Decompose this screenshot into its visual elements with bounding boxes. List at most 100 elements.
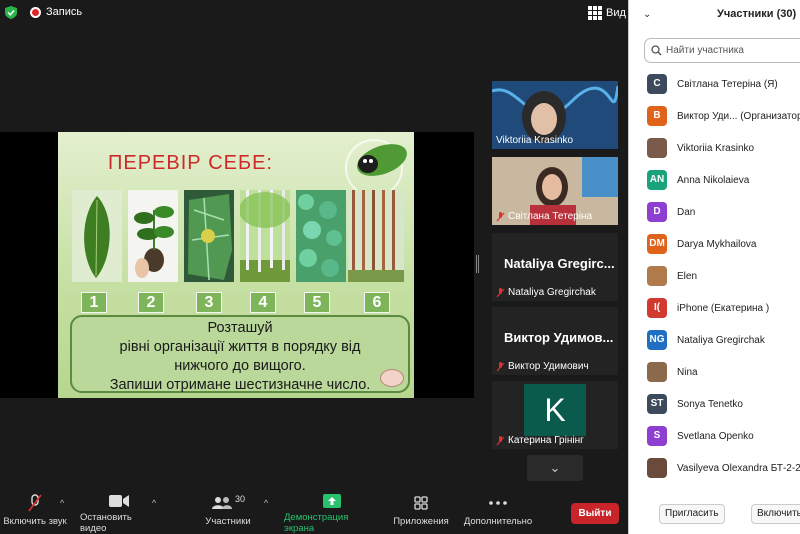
participants-icon: 30 <box>211 490 245 516</box>
recording-indicator[interactable]: Запись <box>30 6 82 18</box>
video-camera-icon <box>109 490 129 512</box>
thumbnail-label: Виктор Удимович <box>496 361 589 372</box>
video-options-chevron-icon[interactable]: ^ <box>152 498 156 508</box>
participant-name: Viktoriia Krasinko <box>677 142 755 154</box>
collapse-chevron-icon[interactable]: ⌄ <box>643 9 651 20</box>
participant-search-input[interactable] <box>666 45 796 56</box>
chevron-down-icon: ⌄ <box>549 460 561 475</box>
participant-name: Світлана Тетеріна (Я) <box>677 78 778 90</box>
participant-avatar <box>647 266 667 286</box>
participant-name: Nina <box>677 366 698 378</box>
participant-name: Darya Mykhailova <box>677 238 757 250</box>
number-box-4: 4 <box>250 292 276 313</box>
view-label: Вид <box>606 7 626 19</box>
thumbnail-name: Виктор Удимович <box>508 361 589 372</box>
participant-avatar: NG <box>647 330 667 350</box>
apps-label: Приложения <box>393 516 449 527</box>
participant-name: Nataliya Gregirchak <box>677 334 765 346</box>
thumbnail-name: Viktoriia Krasinko <box>496 135 574 146</box>
share-screen-label: Демонстрация экрана <box>284 512 349 534</box>
participant-row[interactable]: S Svetlana Openko <box>629 420 800 452</box>
participant-row[interactable]: ST Sonya Tenetko <box>629 388 800 420</box>
participant-name: Svetlana Openko <box>677 430 754 442</box>
mic-muted-icon <box>496 211 505 221</box>
shared-screen: ПЕРЕВІР СЕБЕ: 1 2 3 4 5 6 Розташуй рівні… <box>0 132 474 398</box>
thumbnail-name: Катерина Грінінг <box>508 435 584 446</box>
panel-footer: Пригласить Включить <box>629 500 800 528</box>
meeting-toolbar: Включить звук ^ Остановить видео ^ 30 Уч… <box>0 490 628 534</box>
invite-button[interactable]: Пригласить <box>659 504 725 524</box>
participant-name: Виктор Уди... (Организатор <box>677 110 800 122</box>
participant-name: Vasilyeva Olexandra БТ-2-2 <box>677 462 800 474</box>
participant-avatar: ST <box>647 394 667 414</box>
stop-video-button[interactable]: Остановить видео <box>80 490 158 534</box>
leaf-image <box>72 190 122 282</box>
participant-avatar <box>647 362 667 382</box>
participant-row[interactable]: DM Darya Mykhailova <box>629 228 800 260</box>
task-line-2: рівні організації життя в порядку від <box>119 339 361 355</box>
panel-resize-handle[interactable] <box>476 255 479 273</box>
unmute-button[interactable]: Включить звук <box>2 490 68 534</box>
stop-video-label: Остановить видео <box>80 512 132 534</box>
mic-muted-icon <box>28 490 42 516</box>
grid-view-icon <box>588 6 602 20</box>
participant-name: iPhone (Екатерина ) <box>677 302 770 314</box>
task-text-box: Розташуй рівні організації життя в поряд… <box>70 315 410 393</box>
apps-button[interactable]: Приложения <box>392 490 450 534</box>
number-box-1: 1 <box>81 292 107 313</box>
video-thumbnail[interactable]: Виктор Удимов... Виктор Удимович <box>492 307 618 375</box>
number-box-5: 5 <box>304 292 330 313</box>
video-thumbnail[interactable]: K Катерина Грінінг <box>492 381 618 449</box>
participant-row[interactable]: Elen <box>629 260 800 292</box>
thumbnail-name: Nataliya Gregirchak <box>508 287 596 298</box>
participants-count: 30 <box>234 494 245 504</box>
video-thumbnail[interactable]: Viktoriia Krasinko <box>492 81 618 149</box>
participants-label: Участники <box>205 516 251 527</box>
leave-button[interactable]: Выйти <box>571 503 619 524</box>
participant-row[interactable]: С Світлана Тетеріна (Я) <box>629 68 800 100</box>
security-shield-icon[interactable] <box>5 6 17 19</box>
participants-button[interactable]: 30 Участники <box>204 490 252 534</box>
participant-row[interactable]: AN Anna Nikolaieva <box>629 164 800 196</box>
apps-icon <box>414 490 428 516</box>
participants-options-chevron-icon[interactable]: ^ <box>264 498 268 508</box>
participant-name: Anna Nikolaieva <box>677 174 750 186</box>
participant-row[interactable]: Nina <box>629 356 800 388</box>
participant-row[interactable]: I( iPhone (Екатерина ) <box>629 292 800 324</box>
participant-avatar: С <box>647 74 667 94</box>
zoom-meeting-window: Запись Вид ПЕРЕВІР СЕБЕ: 1 2 3 4 5 6 Роз… <box>0 0 800 534</box>
thumbnails-scroll-down-button[interactable]: ⌄ <box>527 455 583 481</box>
share-screen-button[interactable]: Демонстрация экрана <box>284 490 380 534</box>
unmute-all-button[interactable]: Включить <box>751 504 800 524</box>
presentation-slide: ПЕРЕВІР СЕБЕ: 1 2 3 4 5 6 Розташуй рівні… <box>58 132 414 398</box>
participant-avatar <box>647 138 667 158</box>
participant-avatar: AN <box>647 170 667 190</box>
mic-muted-icon <box>496 361 505 371</box>
view-button[interactable]: Вид <box>588 6 626 20</box>
participant-row[interactable]: В Виктор Уди... (Организатор <box>629 100 800 132</box>
participant-row[interactable]: NG Nataliya Gregirchak <box>629 324 800 356</box>
participant-name: Dan <box>677 206 696 218</box>
video-thumbnail[interactable]: Nataliya Gregirc... Nataliya Gregirchak <box>492 233 618 301</box>
participant-search-box[interactable] <box>644 38 800 63</box>
plant-image <box>128 190 178 282</box>
thumbnail-label: Viktoriia Krasinko <box>496 135 573 146</box>
video-thumbnail[interactable]: Світлана Тетеріна <box>492 157 618 225</box>
panel-header: ⌄ Участники (30) <box>629 0 800 30</box>
record-label: Запись <box>46 6 83 18</box>
cells-pattern-image <box>296 190 346 282</box>
more-dots-icon <box>489 490 507 516</box>
task-line-3: нижчого до вищого. <box>174 358 306 374</box>
more-button[interactable]: Дополнительно <box>462 490 534 534</box>
participant-row[interactable]: D Dan <box>629 196 800 228</box>
thumbnail-label: Катерина Грінінг <box>496 435 584 446</box>
participant-row[interactable]: Viktoriia Krasinko <box>629 132 800 164</box>
number-box-6: 6 <box>364 292 390 313</box>
participant-avatar: S <box>647 426 667 446</box>
participant-avatar: I( <box>647 298 667 318</box>
participant-row[interactable]: Vasilyeva Olexandra БТ-2-2 <box>629 452 800 484</box>
audio-options-chevron-icon[interactable]: ^ <box>60 498 64 508</box>
thumbnail-label: Світлана Тетеріна <box>496 211 592 222</box>
participant-avatar: В <box>647 106 667 126</box>
task-line-4: Запиши отримане шестизначне число. <box>109 377 371 393</box>
